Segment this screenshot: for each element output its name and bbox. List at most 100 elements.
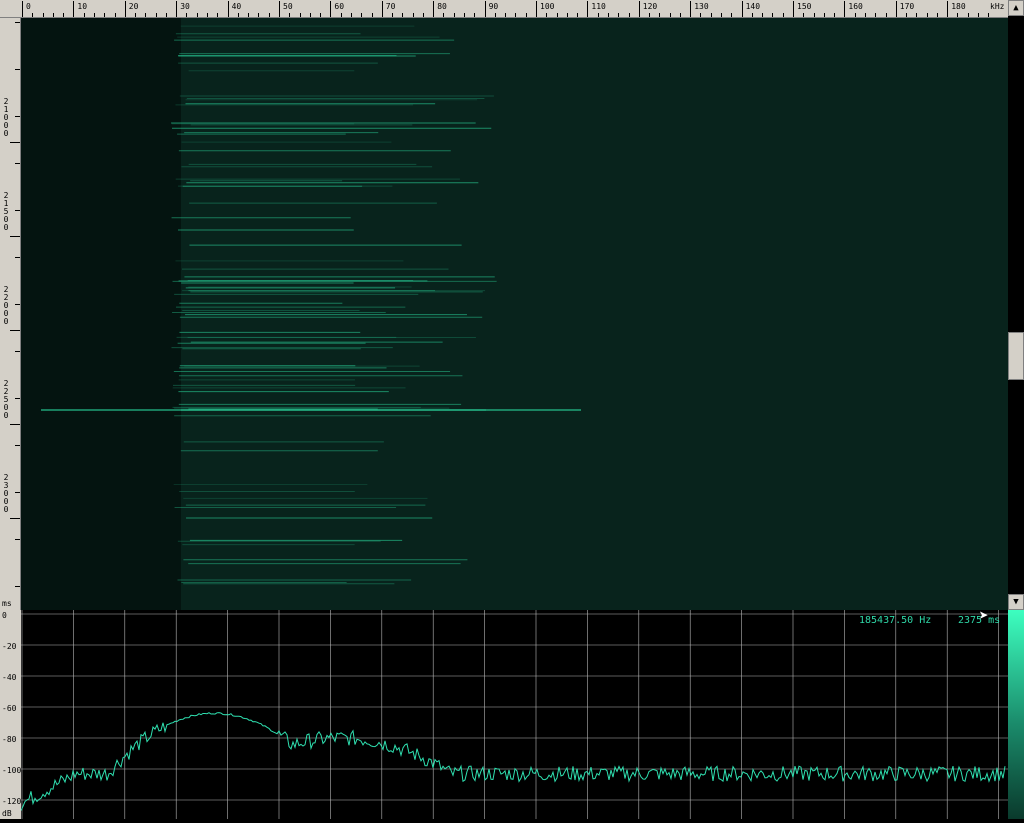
freq-minor-tick (289, 13, 291, 17)
spectrogram-canvas[interactable] (21, 18, 1008, 610)
freq-tick-label: 170 (899, 2, 915, 11)
time-tick (10, 424, 20, 425)
freq-minor-tick (967, 13, 969, 17)
db-axis: 0 -20 -40 -60 -80 -100 -120 dB (0, 610, 21, 819)
freq-unit-label: kHz (990, 2, 1005, 11)
freq-minor-tick (186, 13, 188, 17)
freq-tick (176, 1, 178, 17)
freq-minor-tick (63, 13, 65, 17)
freq-minor-tick (813, 13, 815, 17)
freq-minor-tick (577, 13, 579, 17)
freq-minor-tick (155, 13, 157, 17)
scroll-down-button[interactable]: ▼ (1008, 594, 1024, 610)
freq-minor-tick (494, 13, 496, 17)
freq-tick-label: 50 (283, 2, 293, 11)
freq-tick-label: 10 (77, 2, 88, 11)
freq-minor-tick (268, 13, 270, 17)
freq-minor-tick (607, 13, 609, 17)
frequency-ruler[interactable]: 0 10 20 30 40 50 60 70 80 90 100 110 120 130 140 150 160… (0, 0, 1008, 18)
freq-minor-tick (700, 13, 702, 17)
time-ruler[interactable]: 21000 21500 22000 22500 23000 ms (0, 18, 21, 610)
freq-tick-label: 150 (797, 2, 812, 11)
freq-tick (638, 1, 640, 17)
freq-tick (227, 1, 229, 17)
freq-minor-tick (556, 13, 558, 17)
freq-tick (690, 1, 692, 17)
freq-minor-tick (165, 13, 167, 17)
spectrogram-view[interactable] (21, 18, 1008, 610)
freq-minor-tick (217, 13, 219, 17)
freq-tick-label: 70 (385, 2, 396, 11)
db-tick-label: 0 (2, 611, 7, 620)
freq-minor-tick (978, 13, 980, 17)
freq-tick-label: 40 (231, 2, 242, 11)
low-frequency-band (21, 18, 181, 610)
freq-minor-tick (93, 13, 95, 17)
freq-minor-tick (875, 13, 877, 17)
freq-minor-tick (669, 13, 671, 17)
freq-minor-tick (957, 13, 959, 17)
freq-minor-tick (505, 13, 507, 17)
freq-minor-tick (83, 13, 85, 17)
freq-minor-tick (474, 13, 476, 17)
freq-minor-tick (597, 13, 599, 17)
freq-minor-tick (453, 13, 455, 17)
freq-minor-tick (412, 13, 414, 17)
freq-tick-label: 90 (488, 2, 499, 11)
freq-minor-tick (42, 13, 44, 17)
spectrum-canvas[interactable] (20, 610, 1008, 819)
freq-tick-label: 20 (128, 2, 139, 11)
freq-minor-tick (926, 13, 928, 17)
freq-tick (793, 1, 794, 17)
freq-minor-tick (350, 13, 352, 17)
freq-minor-tick (515, 13, 517, 17)
freq-tick (124, 1, 126, 17)
freq-minor-tick (320, 13, 322, 17)
freq-minor-tick (762, 13, 764, 17)
time-tick-label: 22500 (3, 379, 9, 420)
freq-minor-tick (207, 13, 209, 17)
db-tick-label: -100 (2, 766, 22, 775)
freq-tick (73, 1, 75, 17)
freq-minor-tick (906, 13, 908, 17)
freq-minor-tick (834, 13, 836, 17)
freq-minor-tick (546, 13, 548, 17)
freq-minor-tick (772, 13, 774, 17)
freq-tick-label: 0 (26, 2, 31, 11)
vertical-scrollbar[interactable]: ▲ ▼ (1008, 0, 1024, 610)
freq-tick-label: 100 (540, 2, 555, 11)
triangle-up-icon: ▲ (1013, 3, 1019, 13)
freq-tick (22, 1, 23, 17)
freq-minor-tick (618, 13, 620, 17)
time-minor-tick (15, 22, 20, 23)
freq-tick (433, 1, 435, 17)
freq-minor-tick (988, 13, 990, 17)
time-tick-label: 23000 (3, 473, 9, 514)
triangle-down-icon: ▼ (1013, 597, 1019, 607)
scroll-thumb[interactable] (1008, 332, 1024, 380)
time-minor-tick (15, 492, 20, 493)
time-tick (10, 142, 20, 143)
scroll-up-button[interactable]: ▲ (1008, 0, 1024, 16)
time-unit-label: ms (2, 599, 12, 608)
time-minor-tick (15, 116, 20, 117)
freq-tick-label: 110 (591, 2, 606, 11)
freq-tick-label: 140 (745, 2, 761, 11)
spectrum-plot[interactable]: 185437.50 Hz 2375 ms (20, 610, 1008, 819)
freq-minor-tick (710, 13, 712, 17)
freq-tick (330, 1, 332, 17)
spectrum-trace (20, 712, 1006, 811)
db-tick-label: -20 (2, 642, 17, 651)
freq-minor-tick (885, 13, 887, 17)
freq-minor-tick (679, 13, 681, 17)
freq-tick (279, 1, 280, 17)
time-minor-tick (15, 257, 20, 258)
freq-tick (587, 1, 589, 17)
freq-minor-tick (782, 13, 784, 17)
frequency-readout: 185437.50 Hz (859, 615, 932, 626)
freq-minor-tick (916, 13, 918, 17)
freq-minor-tick (731, 13, 733, 17)
freq-minor-tick (402, 13, 404, 17)
freq-tick-label: 60 (334, 2, 345, 11)
db-unit-label: dB (2, 809, 12, 818)
